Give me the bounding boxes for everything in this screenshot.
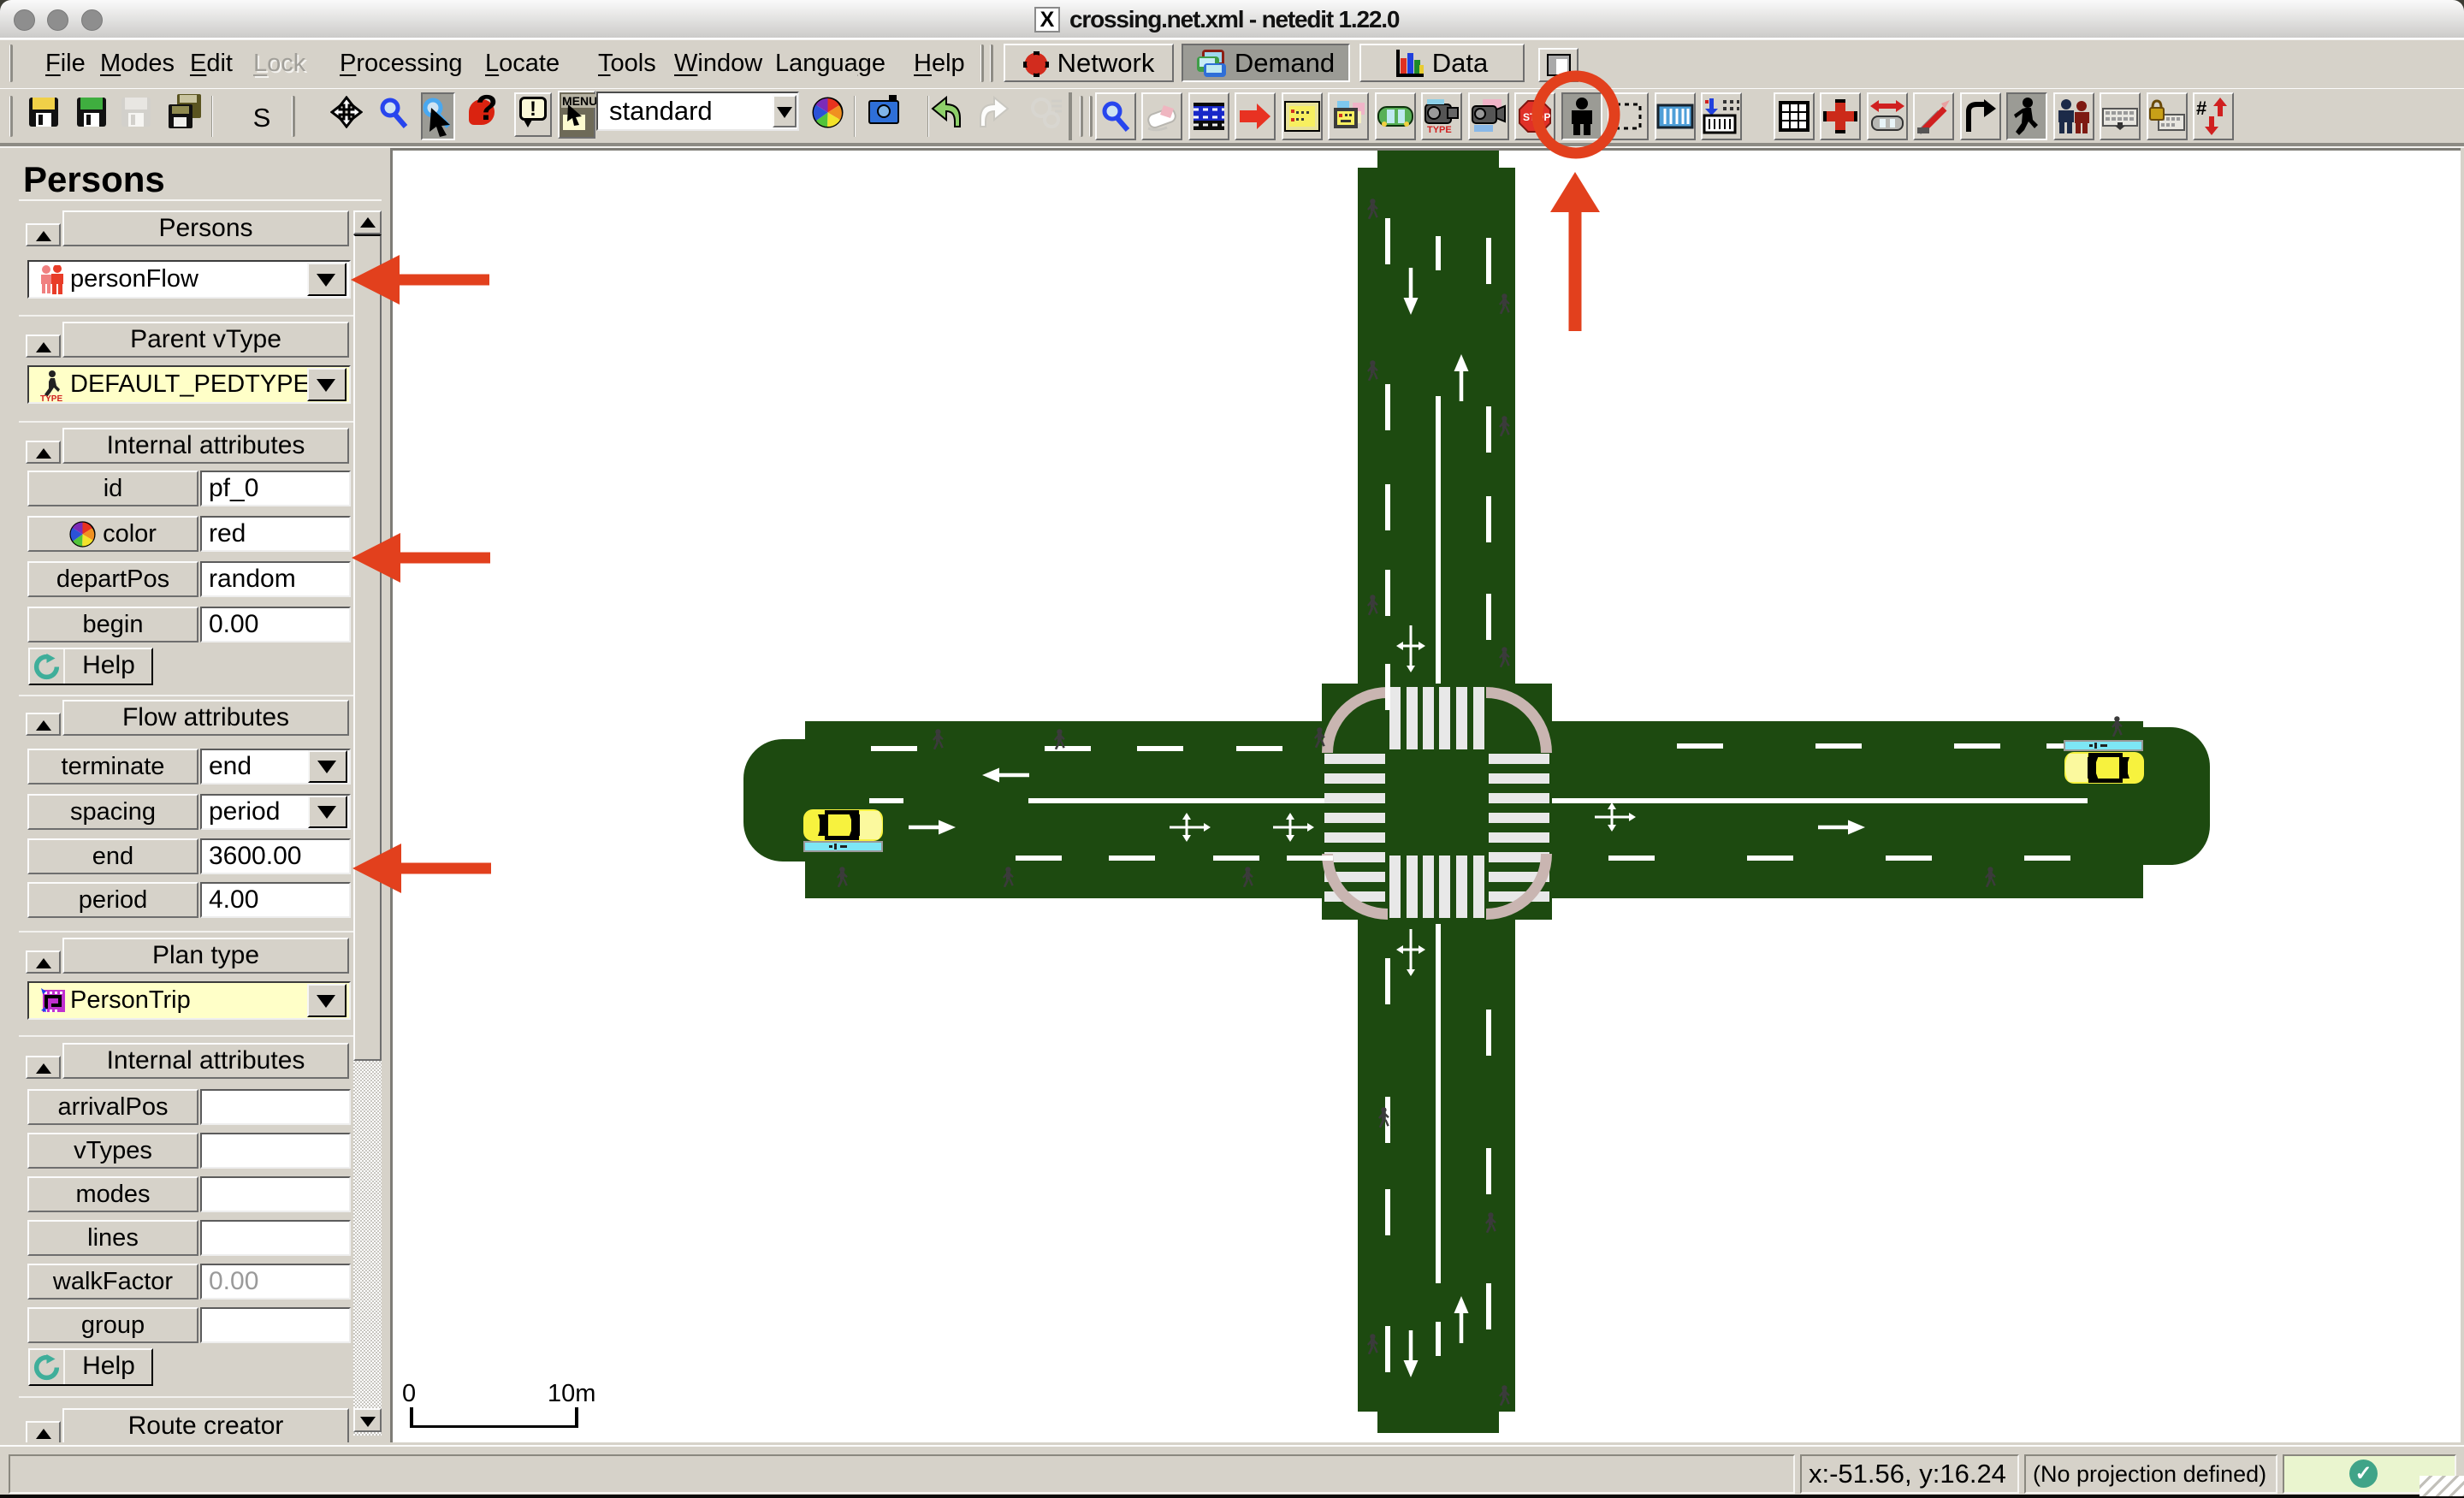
svg-text:TYPE: TYPE <box>40 394 62 401</box>
svg-text:10m: 10m <box>548 1380 595 1407</box>
svg-text:STOP: STOP <box>1523 111 1550 123</box>
svg-text:#: # <box>2196 98 2206 119</box>
svg-text:0: 0 <box>402 1380 416 1407</box>
svg-text:TYPE: TYPE <box>1427 125 1452 133</box>
